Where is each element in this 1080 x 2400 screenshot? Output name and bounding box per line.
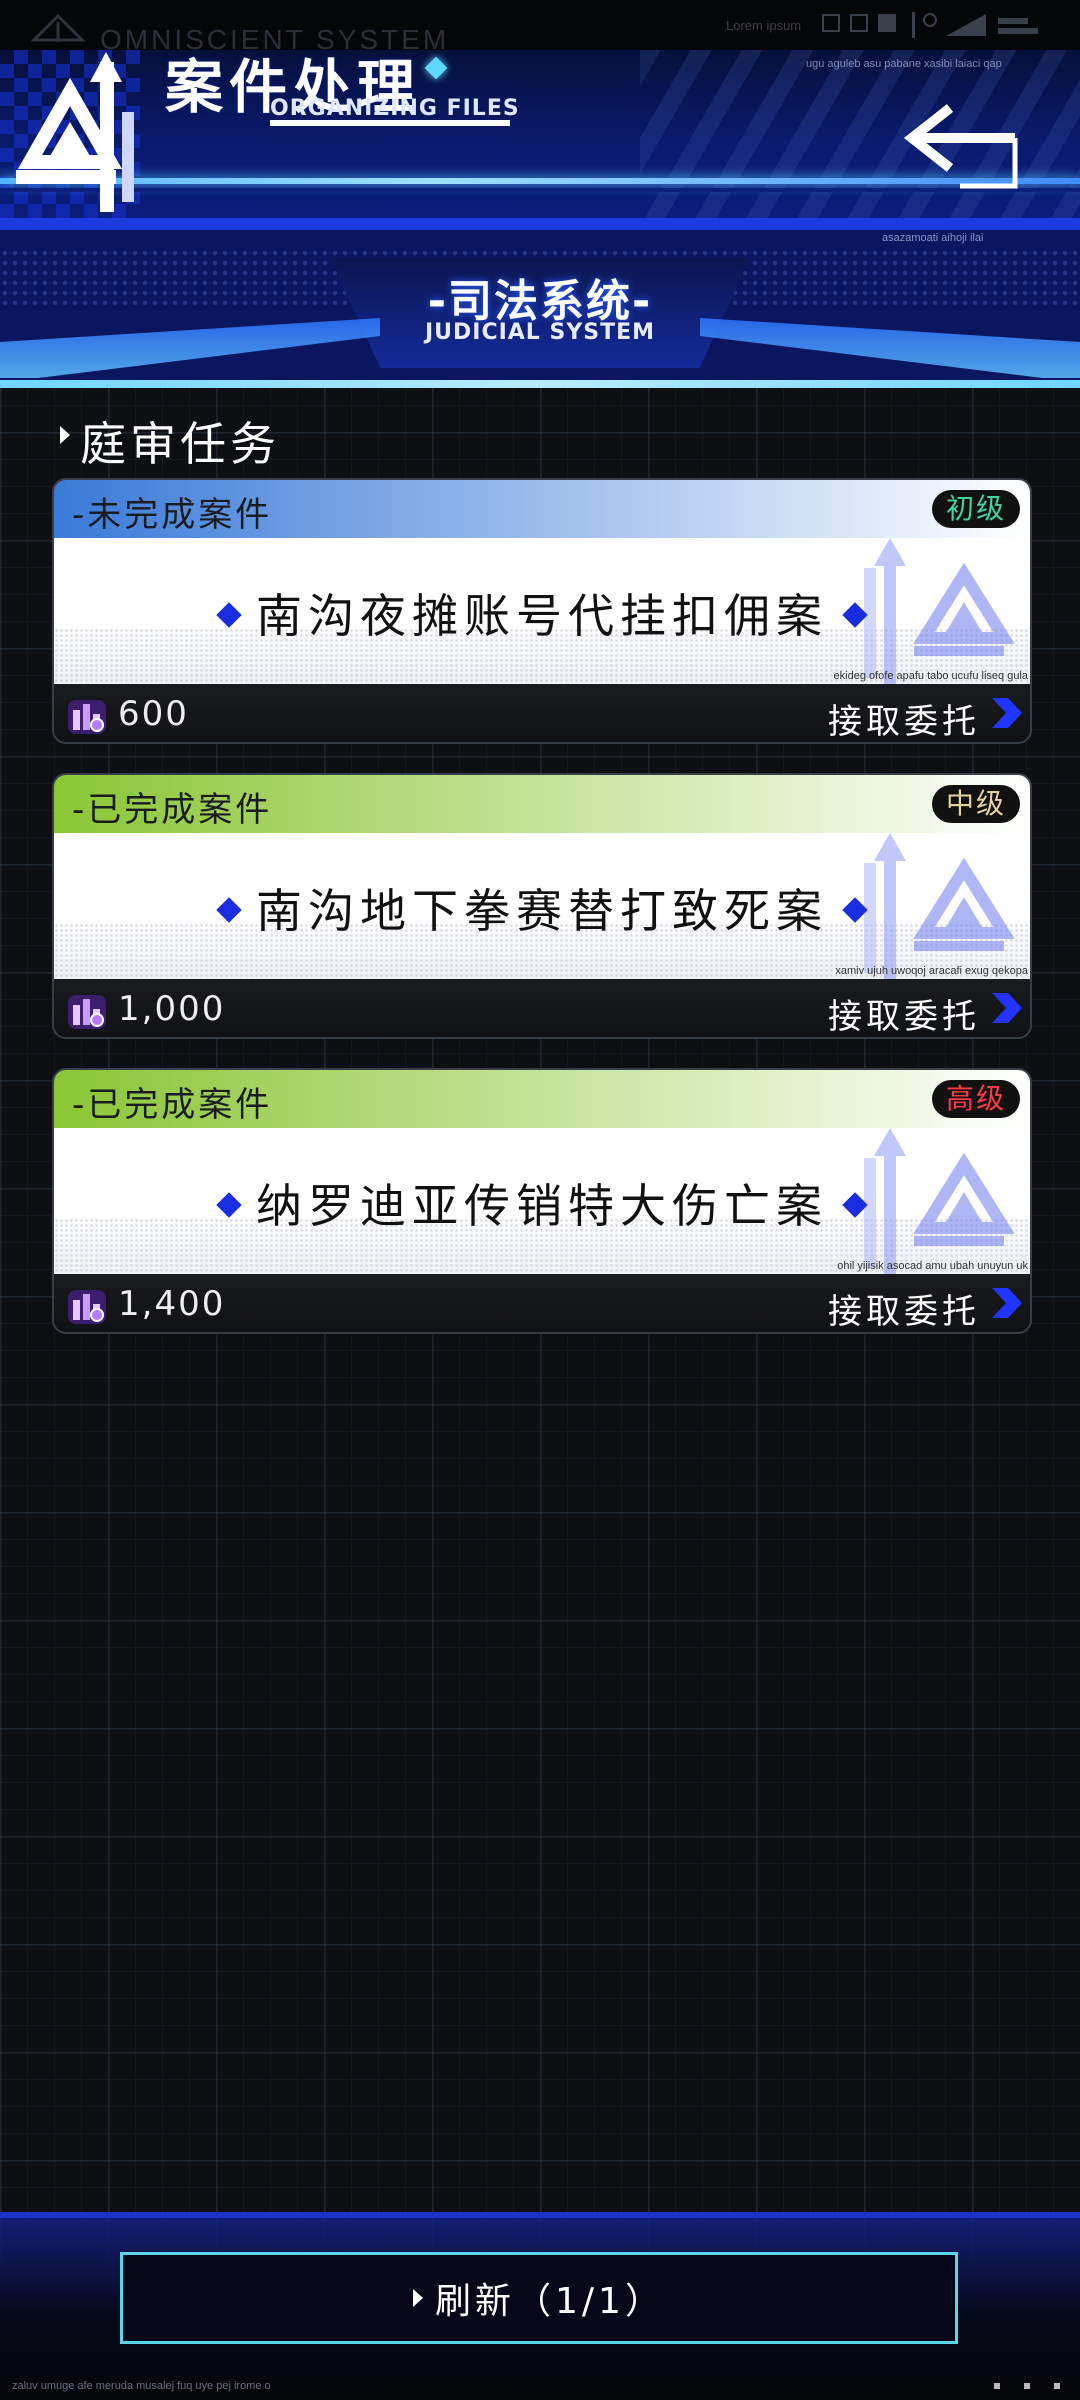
- banner-bottom-line: [0, 380, 1080, 388]
- currency-icon: [68, 995, 106, 1029]
- footer-dot-icon: [1024, 2383, 1030, 2389]
- section-arrow-icon: [60, 426, 70, 444]
- case-status-bar: -已完成案件 高级: [54, 1070, 1030, 1128]
- case-name-row: 南沟夜摊账号代挂扣佣案: [54, 580, 1030, 646]
- accept-commission-button[interactable]: 接取委托: [828, 1284, 980, 1332]
- back-arrow-icon[interactable]: [900, 98, 1030, 198]
- case-name-row: 纳罗迪亚传销特大伤亡案: [54, 1170, 1030, 1236]
- accept-commission-button[interactable]: 接取委托: [828, 989, 980, 1037]
- refresh-label: 刷新（1/1）: [435, 2281, 665, 2322]
- top-status-strip: OMNISCIENT SYSTEM Lorem ipsum: [0, 0, 1080, 55]
- case-level-badge: 初级: [931, 490, 1020, 528]
- footer-dot-icon: [994, 2383, 1000, 2389]
- case-status-bar: -已完成案件 中级: [54, 775, 1030, 833]
- filled-square-icon: [878, 14, 896, 32]
- case-level-badge: 高级: [931, 1080, 1020, 1118]
- case-tiny-text: xamiv ujuh uwoqoj aracafi exug qekopa: [835, 965, 1028, 977]
- currency-icon: [68, 700, 106, 734]
- diamond-icon: [216, 602, 242, 628]
- case-level-badge: 中级: [931, 785, 1020, 823]
- currency-icon: [68, 1290, 106, 1324]
- case-footer: 1,400 接取委托: [54, 1274, 1030, 1332]
- footer-dot-icon: [1054, 2383, 1060, 2389]
- case-status-label: -未完成案件: [72, 495, 273, 535]
- status-lorem-text: Lorem ipsum: [726, 18, 802, 33]
- section-title: 庭审任务: [80, 417, 280, 471]
- case-footer: 600 接取委托: [54, 684, 1030, 742]
- diamond-icon: [842, 1192, 868, 1218]
- diamond-icon: [216, 897, 242, 923]
- case-name: 纳罗迪亚传销特大伤亡案: [256, 1179, 828, 1233]
- case-status-label: -已完成案件: [72, 790, 273, 830]
- square-icon: [822, 14, 840, 32]
- case-name: 南沟地下拳赛替打致死案: [256, 884, 828, 938]
- refresh-arrow-icon: [413, 2289, 424, 2307]
- system-logo-icon: [30, 14, 86, 42]
- case-body: 南沟地下拳赛替打致死案 xamiv ujuh uwoqoj aracafi ex…: [54, 833, 1030, 979]
- page-subtitle: ORGANIZING FILES: [270, 96, 520, 121]
- case-card[interactable]: -已完成案件 中级 南沟地下拳赛替打致死案 xamiv ujuh uwoqoj …: [52, 773, 1032, 1039]
- reward-amount: 600: [118, 694, 189, 734]
- diamond-icon: [216, 1192, 242, 1218]
- case-tiny-text: ohil yijisik asocad amu ubah unuyun uk: [837, 1260, 1028, 1272]
- chevron-right-icon[interactable]: [988, 698, 1022, 728]
- case-card[interactable]: -已完成案件 高级 纳罗迪亚传销特大伤亡案 ohil yijisik asoca…: [52, 1068, 1032, 1334]
- banner-top-band: [0, 218, 1080, 230]
- header-tiny-text: ugu aguleb asu pabane xasibi laiaci qap: [806, 58, 1002, 70]
- footer-tiny-text: zaluv umuge afe meruda musalej fuq uye p…: [12, 2380, 271, 2392]
- case-body: 南沟夜摊账号代挂扣佣案 ekideg ofofe apafu tabo ucuf…: [54, 538, 1030, 684]
- chevron-right-icon[interactable]: [988, 993, 1022, 1023]
- cross-square-icon: [850, 14, 868, 32]
- reward-amount: 1,400: [118, 1284, 226, 1324]
- app-logo-icon: [16, 52, 134, 212]
- case-name: 南沟夜摊账号代挂扣佣案: [256, 589, 828, 643]
- accept-commission-button[interactable]: 接取委托: [828, 694, 980, 742]
- chevron-right-icon[interactable]: [988, 1288, 1022, 1318]
- case-tiny-text: ekideg ofofe apafu tabo ucufu liseq gula: [833, 670, 1028, 682]
- case-name-row: 南沟地下拳赛替打致死案: [54, 875, 1030, 941]
- case-card[interactable]: -未完成案件 初级 南沟夜摊账号代挂扣佣案 ekideg ofofe apafu…: [52, 478, 1032, 744]
- display-controls-icon: [912, 12, 1038, 38]
- case-footer: 1,000 接取委托: [54, 979, 1030, 1037]
- bottom-edge-line: [0, 2212, 1080, 2218]
- case-status-bar: -未完成案件 初级: [54, 480, 1030, 538]
- section-header: 庭审任务: [50, 404, 550, 471]
- diamond-icon: [842, 897, 868, 923]
- diamond-icon: [842, 602, 868, 628]
- case-status-label: -已完成案件: [72, 1085, 273, 1125]
- reward-amount: 1,000: [118, 989, 226, 1029]
- case-body: 纳罗迪亚传销特大伤亡案 ohil yijisik asocad amu ubah…: [54, 1128, 1030, 1274]
- system-subtitle: JUDICIAL SYSTEM: [424, 320, 656, 345]
- banner-tiny-text: asazamoati aihoji ilai: [882, 232, 984, 244]
- refresh-button[interactable]: 刷新（1/1）: [120, 2252, 958, 2344]
